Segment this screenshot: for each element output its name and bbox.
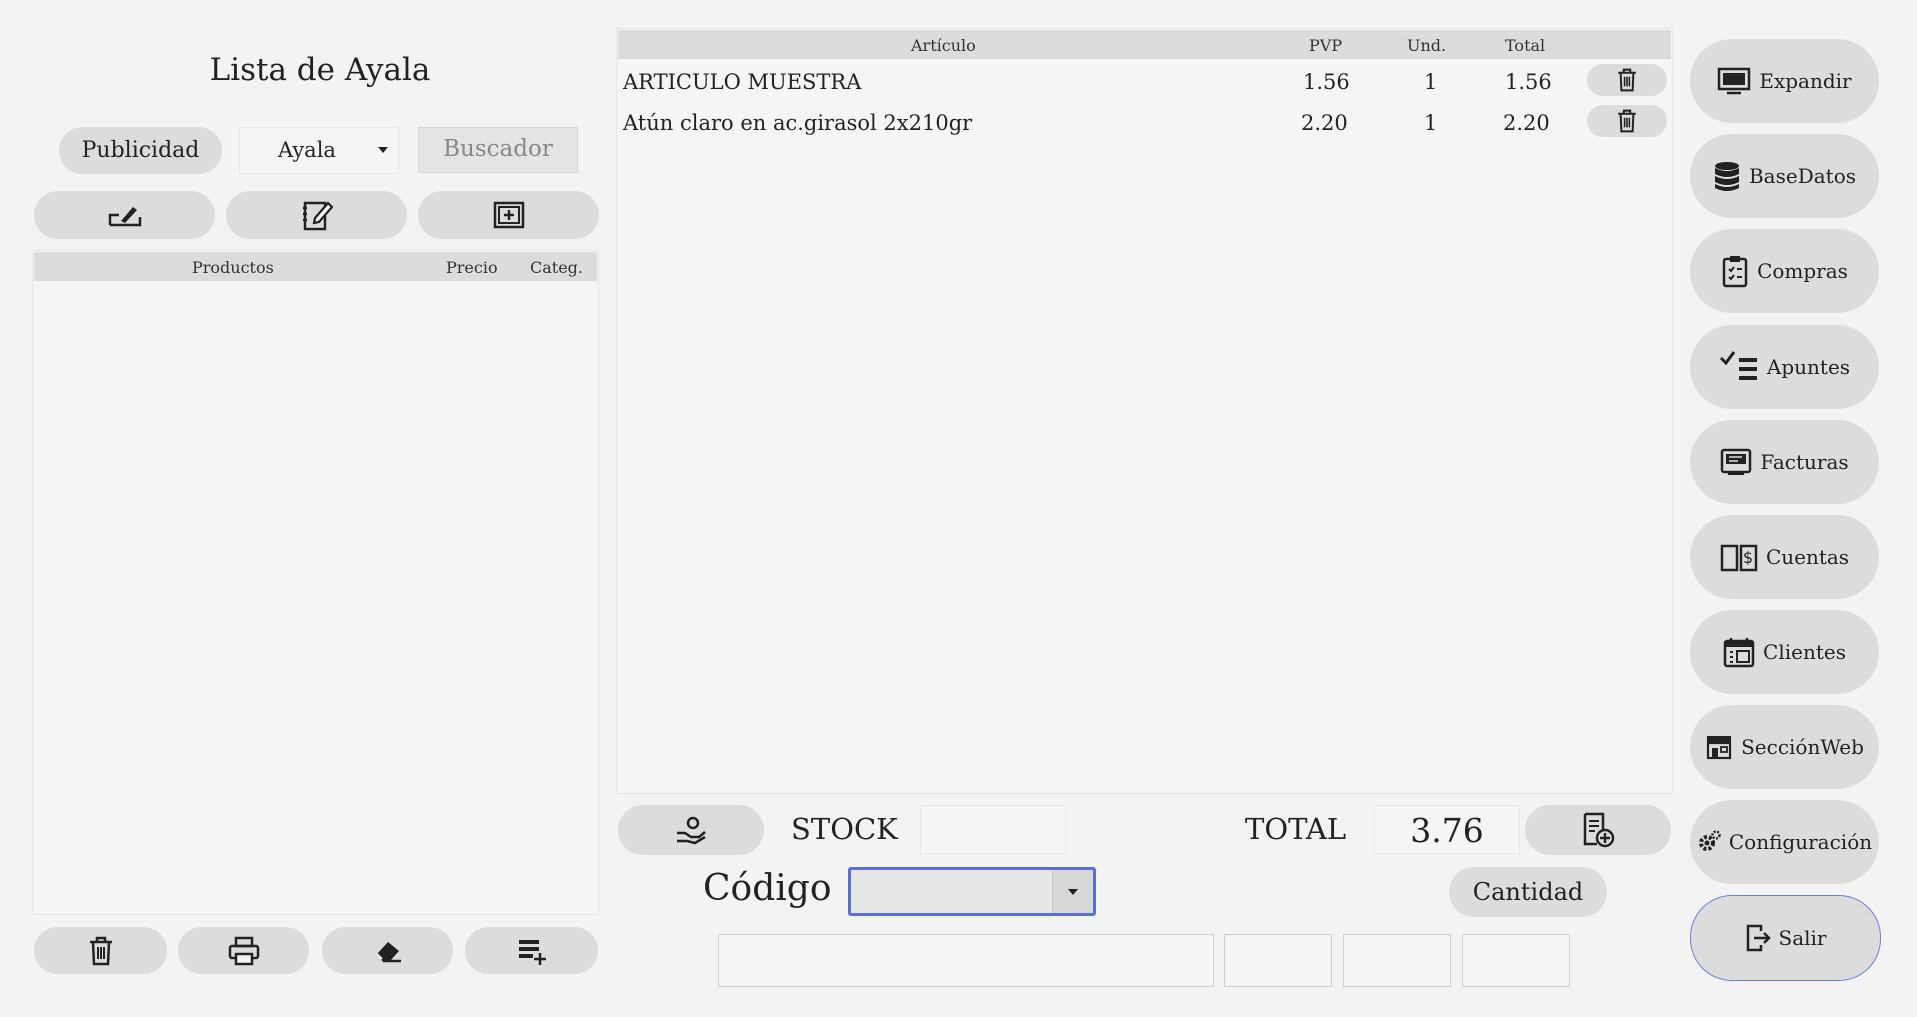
table-row[interactable]: ARTICULO MUESTRA 1.56 1 1.56 — [617, 62, 1670, 102]
sidebar-item-label: BaseDatos — [1748, 164, 1857, 188]
description-input[interactable] — [718, 934, 1214, 987]
total-field: 3.76 — [1374, 805, 1520, 854]
database-icon — [1714, 162, 1739, 191]
subtotal-input[interactable] — [1462, 934, 1570, 987]
row-total: 2.20 — [1503, 111, 1550, 135]
sidebar-item-label: Configuración — [1728, 830, 1873, 854]
clear-button[interactable] — [322, 927, 453, 974]
header-total: Total — [1505, 36, 1546, 55]
total-label: TOTAL — [1245, 812, 1347, 846]
publicidad-label: Publicidad — [81, 138, 200, 163]
header-precio: Precio — [446, 258, 498, 277]
new-invoice-button[interactable] — [1525, 805, 1671, 855]
sidebar-item-label: SecciónWeb — [1741, 735, 1864, 759]
add-item-button[interactable] — [418, 191, 599, 239]
svg-text:$: $ — [1743, 548, 1753, 567]
products-table — [32, 250, 599, 915]
sidebar-item-label: Cuentas — [1765, 545, 1850, 569]
list-select[interactable]: Ayala — [239, 127, 399, 174]
sidebar-item-apuntes[interactable]: Apuntes — [1690, 325, 1879, 409]
edit-line-icon — [108, 207, 141, 227]
price-input[interactable] — [1343, 934, 1451, 987]
sidebar-item-configuracion[interactable]: Configuración — [1690, 800, 1879, 884]
sidebar-item-label: Clientes — [1763, 640, 1846, 664]
row-pvp: 2.20 — [1301, 111, 1348, 135]
list-title: Lista de Ayala — [209, 52, 431, 88]
note-edit-icon — [302, 201, 333, 231]
sidebar-item-label: Salir — [1778, 926, 1827, 950]
edit-note-button[interactable] — [226, 191, 407, 239]
stock-label: STOCK — [791, 812, 898, 846]
chevron-down-icon — [378, 147, 388, 153]
delete-row-button[interactable] — [1587, 105, 1667, 137]
row-articulo: ARTICULO MUESTRA — [623, 70, 862, 94]
sidebar-item-expandir[interactable]: Expandir — [1690, 39, 1879, 123]
chevron-down-icon — [1068, 889, 1078, 895]
eraser-icon — [375, 941, 401, 962]
add-box-icon — [493, 201, 524, 229]
exit-icon — [1746, 924, 1771, 952]
sidebar-item-label: Facturas — [1760, 450, 1849, 474]
sidebar-item-label: Compras — [1757, 259, 1848, 283]
cantidad-button[interactable]: Cantidad — [1449, 867, 1607, 917]
print-button[interactable] — [178, 927, 309, 974]
monitor-icon — [1718, 67, 1751, 95]
sidebar-item-label: Apuntes — [1766, 355, 1851, 379]
search-placeholder: Buscador — [443, 136, 553, 162]
delete-row-button[interactable] — [1587, 64, 1667, 96]
hand-coin-icon — [677, 816, 706, 845]
total-value: 3.76 — [1410, 811, 1484, 850]
codigo-combobox[interactable] — [848, 867, 1096, 916]
row-total: 1.56 — [1505, 70, 1552, 94]
trash-icon — [1618, 109, 1636, 133]
printer-icon — [228, 936, 259, 965]
cantidad-label: Cantidad — [1472, 878, 1584, 906]
ticket-table-header: Artículo PVP Und. Total — [618, 30, 1671, 59]
row-pvp: 1.56 — [1303, 70, 1350, 94]
trash-icon — [1618, 68, 1636, 92]
list-select-value: Ayala — [278, 138, 336, 162]
header-und: Und. — [1407, 36, 1447, 55]
checklist-icon — [1719, 351, 1757, 380]
products-table-header: Productos Precio Categ. — [34, 252, 597, 281]
header-articulo: Artículo — [911, 36, 976, 55]
gears-icon — [1698, 830, 1721, 851]
add-list-button[interactable] — [465, 927, 598, 974]
trash-icon — [89, 936, 112, 965]
ledger-icon: $ — [1720, 544, 1758, 572]
sidebar-item-clientes[interactable]: Clientes — [1690, 610, 1879, 694]
publicidad-button[interactable]: Publicidad — [59, 127, 222, 174]
calendar-icon — [1723, 638, 1755, 668]
row-und: 1 — [1424, 70, 1438, 94]
list-add-icon — [518, 939, 546, 965]
codigo-label: Código — [703, 868, 832, 909]
sidebar-item-seccionweb[interactable]: SecciónWeb — [1690, 705, 1879, 789]
sidebar-item-salir[interactable]: Salir — [1690, 895, 1881, 981]
stock-field — [920, 805, 1066, 854]
search-input[interactable]: Buscador — [418, 127, 578, 173]
row-und: 1 — [1424, 111, 1438, 135]
sidebar-item-compras[interactable]: Compras — [1690, 229, 1879, 313]
sidebar-item-cuentas[interactable]: $ Cuentas — [1690, 515, 1879, 599]
clipboard-icon — [1722, 256, 1748, 288]
sidebar-item-basedatos[interactable]: BaseDatos — [1690, 134, 1879, 218]
header-productos: Productos — [192, 258, 274, 277]
table-row[interactable]: Atún claro en ac.girasol 2x210gr 2.20 1 … — [617, 103, 1670, 143]
store-icon — [1706, 736, 1732, 760]
sidebar-item-label: Expandir — [1759, 69, 1852, 93]
quantity-input[interactable] — [1224, 934, 1332, 987]
sidebar-item-facturas[interactable]: Facturas — [1690, 420, 1879, 504]
invoice-add-icon — [1583, 812, 1615, 848]
row-articulo: Atún claro en ac.girasol 2x210gr — [623, 111, 973, 135]
header-categ: Categ. — [530, 258, 584, 277]
header-pvp: PVP — [1309, 36, 1343, 55]
delete-list-button[interactable] — [34, 927, 167, 974]
edit-signature-button[interactable] — [34, 191, 215, 239]
codigo-dropdown-toggle[interactable] — [1052, 870, 1093, 913]
invoice-icon — [1721, 448, 1752, 475]
payment-button[interactable] — [618, 805, 764, 855]
